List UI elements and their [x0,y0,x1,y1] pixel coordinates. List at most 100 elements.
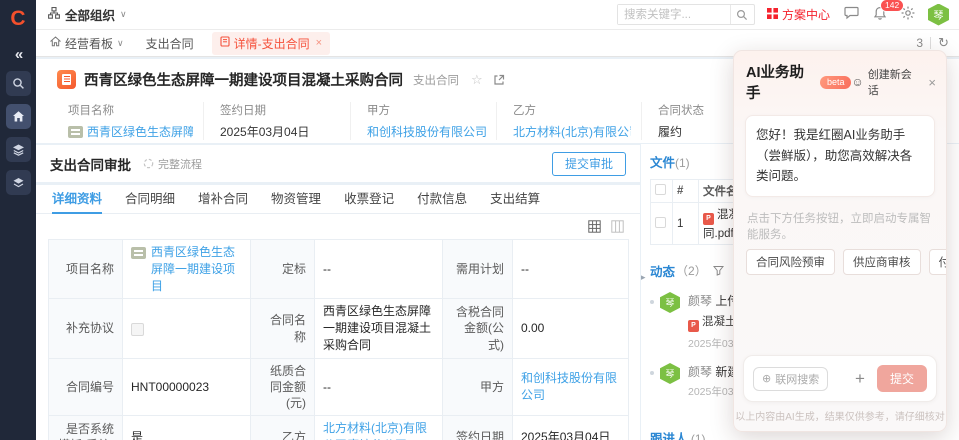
smiley-icon: ☺ [851,75,863,89]
field-value: 是 [123,416,251,440]
tab-supplement[interactable]: 增补合同 [198,185,248,214]
filter-funnel-icon[interactable] [713,265,724,276]
close-icon[interactable]: × [316,37,322,49]
sidebar-home-button[interactable] [6,104,31,129]
tab-contract-items[interactable]: 合同明细 [125,185,175,214]
contract-risk-review-button[interactable]: 合同风险预审 [746,249,835,275]
sidebar-apps-button[interactable] [6,137,31,162]
pdf-icon: P [703,213,714,225]
search-input[interactable] [618,5,730,24]
select-all-checkbox[interactable] [655,184,666,195]
tab-detail-info[interactable]: 详细资料 [52,185,102,214]
tab-label: 经营看板 [65,35,113,52]
beta-badge: beta [820,76,852,89]
field-label: 含税合同金额(公式) [443,299,513,358]
field-party-b: 乙方 北方材料(北京)有限公司廊坊... [496,102,641,140]
supplier-audit-button[interactable]: 供应商审核 [843,249,921,275]
col-index: # [673,180,699,203]
layers-icon [12,176,25,189]
sidebar-collapse-icon[interactable]: « [15,46,21,63]
field-value: 和创科技股份有限公司 [513,358,629,416]
user-avatar[interactable]: 琴 [928,4,949,26]
field-value: -- [315,240,443,299]
field-value: 2025年03月04日 [513,416,629,440]
ai-disclaimer: 以上内容由AI生成，结果仅供参考，请仔细核对 [734,408,946,423]
favorite-star-icon[interactable]: ☆ [471,72,483,88]
detail-tabs: 详细资料 合同明细 增补合同 物资管理 收票登记 付款信息 支出结算 [36,185,640,214]
contract-type-label: 支出合同 [413,72,459,88]
ai-hint-text: 点击下方任务按钮，立即启动专属智能服务。 [747,210,933,242]
new-session-button[interactable]: 创建新会话 [868,66,919,98]
party-a-link[interactable]: 和创科技股份有限公司 [367,123,486,140]
org-selector[interactable]: 全部组织 ∨ [48,5,127,24]
sidebar-modules-button[interactable] [6,170,31,195]
table-view-icon[interactable] [588,220,601,233]
party-a-link[interactable]: 和创科技股份有限公司 [521,371,617,402]
avatar: 琴 [928,4,949,26]
tab-dashboard[interactable]: 经营看板 ∨ [50,35,124,52]
tab-payment[interactable]: 付款信息 [417,185,467,214]
submit-button[interactable]: 提交 [877,365,927,392]
tab-settlement[interactable]: 支出结算 [490,185,540,214]
ai-panel-title: AI业务助手 [746,61,815,103]
project-link[interactable]: 西青区绿色生态屏障一... [87,123,193,140]
timeline-dot-icon [650,300,654,304]
submit-approval-button[interactable]: 提交审批 [552,152,626,176]
global-search [617,4,755,25]
tab-expense-contracts[interactable]: 支出合同 [146,35,194,52]
tab-contract-detail[interactable]: 详情-支出合同 × [212,32,330,55]
field-label: 需用计划 [443,240,513,299]
table-row: 是否系统模板(系统) 是 乙方 北方材料(北京)有限公司廊坊分公司 签约日期 2… [49,416,629,440]
tab-invoice[interactable]: 收票登记 [344,185,394,214]
panel-collapse-handle[interactable]: ▸ [641,272,646,283]
field-value: -- [513,240,629,299]
org-name: 全部组织 [65,5,115,24]
solution-center-label: 方案中心 [782,6,830,23]
web-search-toggle[interactable]: ⊕联网搜索 [753,367,828,391]
pdf-icon: P [688,320,699,332]
project-avatar-icon [131,247,146,259]
search-button[interactable] [730,5,754,24]
ai-panel-header: AI业务助手 beta ☺ 创建新会话 × [734,51,946,109]
party-b-link[interactable]: 北方材料(北京)有限公司廊坊... [513,123,631,140]
notification-button[interactable]: 142 [873,6,887,24]
field-value: 北方材料(北京)有限公司廊坊分公司 [315,416,443,440]
ai-input-bar: ⊕联网搜索 + 提交 [743,355,937,402]
party-b-link[interactable]: 北方材料(北京)有限公司廊坊分公司 [323,421,427,440]
full-process-link[interactable]: 完整流程 [143,156,202,172]
field-label: 签约日期 [443,416,513,440]
field-value [123,299,251,358]
chevron-down-icon: ∨ [117,38,124,49]
external-link-icon[interactable] [493,74,505,86]
settings-button[interactable] [901,6,915,23]
field-value: 西青区绿色生态屏障一期建设项目 [123,240,251,299]
search-icon [12,77,25,90]
payment-info-compare-button[interactable]: 付款信息比对 [929,249,948,275]
sidebar-search-button[interactable] [6,71,31,96]
contract-title: 西青区绿色生态屏障一期建设项目混凝土采购合同 [84,69,403,90]
field-label: 合同名称 [251,299,315,358]
message-button[interactable] [844,6,859,23]
approval-title: 支出合同审批 [50,154,131,174]
followers-count: (1) [691,432,706,440]
close-icon[interactable]: × [928,75,936,90]
refresh-icon[interactable]: ↻ [938,35,949,51]
field-value: HNT00000023 [123,358,251,416]
brand-logo: C [10,6,25,32]
row-checkbox[interactable] [655,217,666,228]
supplement-checkbox[interactable] [131,323,144,336]
project-link[interactable]: 西青区绿色生态屏障一期建设项目 [151,244,242,294]
tab-materials[interactable]: 物资管理 [271,185,321,214]
field-value: 西青区绿色生态屏障一期建设项目混凝土采购合同 [315,299,443,358]
solution-center-link[interactable]: 方案中心 [767,6,830,23]
globe-icon: ⊕ [762,372,771,385]
chevron-down-icon: ∨ [120,9,127,20]
field-value: 0.00 [513,299,629,358]
attach-plus-icon[interactable]: + [855,369,865,389]
column-view-icon[interactable] [611,220,624,233]
tab-label: 支出合同 [146,35,194,52]
app-screen: C « 全部组织 ∨ 方案中心 [0,0,959,440]
open-tab-count: 3 [916,36,923,50]
process-circle-icon [143,158,154,169]
home-icon [50,36,61,50]
